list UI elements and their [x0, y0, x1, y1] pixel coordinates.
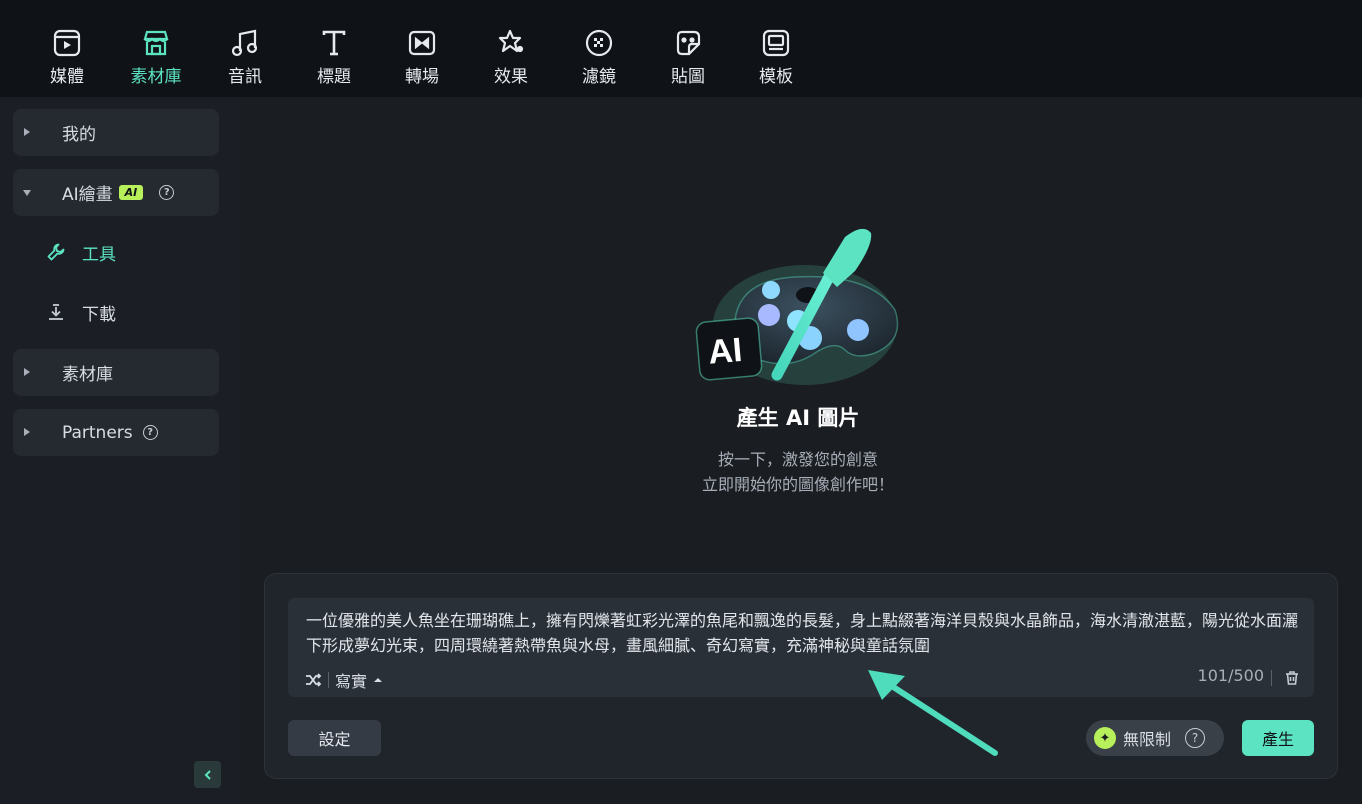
- media-icon: [50, 26, 84, 60]
- sidebar-item-mine[interactable]: 我的: [13, 109, 219, 156]
- caret-down-icon: [23, 190, 31, 196]
- shuffle-icon[interactable]: [304, 671, 322, 689]
- transition-icon: [405, 26, 439, 60]
- tab-label: 效果: [494, 67, 528, 87]
- sparkle-icon: ✦: [1094, 727, 1116, 749]
- sidebar-item-label: Partners: [62, 422, 133, 443]
- style-select-label: 寫實: [335, 672, 368, 691]
- caret-right-icon: [24, 128, 30, 136]
- template-icon: [759, 26, 793, 60]
- prompt-card: 一位優雅的美人魚坐在珊瑚礁上，擁有閃爍著虹彩光澤的魚尾和飄逸的長髮，身上點綴著海…: [264, 573, 1338, 779]
- hero-title: 產生 AI 圖片: [736, 406, 860, 430]
- unlimited-credits-toggle[interactable]: ✦ 無限制 ?: [1086, 720, 1224, 756]
- caret-up-icon: [374, 678, 383, 682]
- sidebar: 我的 AI繪畫 AI ? 工具 下載 素材庫 Partners ?: [0, 97, 240, 804]
- panel-gutter: [240, 97, 266, 804]
- sidebar-item-label: 素材庫: [62, 365, 113, 385]
- sidebar-item-partners[interactable]: Partners ?: [13, 409, 219, 456]
- generate-button[interactable]: 產生: [1242, 720, 1314, 756]
- filter-icon: [582, 26, 616, 60]
- tab-library[interactable]: 素材庫: [116, 26, 196, 88]
- prompt-toolbar: 寫實: [304, 668, 384, 692]
- tab-label: 音訊: [228, 67, 262, 87]
- sidebar-item-library[interactable]: 素材庫: [13, 349, 219, 396]
- sticker-icon: [671, 26, 705, 60]
- trash-icon[interactable]: [1284, 670, 1300, 690]
- tab-effects[interactable]: 效果: [471, 26, 551, 88]
- top-toolbar: 媒體 素材庫 音訊 標題 轉場 效果 濾鏡 貼圖 模板: [0, 0, 1362, 97]
- caret-right-icon: [24, 428, 30, 436]
- tab-label: 媒體: [50, 67, 84, 87]
- ai-palette-illustration: AI: [695, 225, 905, 389]
- title-icon: [317, 26, 351, 60]
- tab-label: 貼圖: [671, 67, 705, 87]
- tab-label: 模板: [759, 67, 793, 87]
- ai-badge: AI: [118, 185, 144, 200]
- separator: [328, 672, 329, 688]
- tab-label: 素材庫: [130, 67, 182, 87]
- caret-right-icon: [24, 368, 30, 376]
- collapse-sidebar-button[interactable]: [194, 761, 221, 788]
- sidebar-item-label: 下載: [82, 304, 116, 325]
- tab-label: 濾鏡: [582, 67, 616, 87]
- tab-media[interactable]: 媒體: [27, 26, 107, 88]
- store-icon: [139, 26, 173, 60]
- tab-audio[interactable]: 音訊: [205, 26, 285, 88]
- character-counter: 101/500: [1197, 666, 1264, 685]
- style-select[interactable]: 寫實: [335, 668, 384, 692]
- separator: [1271, 670, 1272, 686]
- prompt-text[interactable]: 一位優雅的美人魚坐在珊瑚礁上，擁有閃爍著虹彩光澤的魚尾和飄逸的長髮，身上點綴著海…: [306, 608, 1300, 658]
- help-icon[interactable]: ?: [142, 425, 158, 440]
- sidebar-item-ai-drawing[interactable]: AI繪畫 AI ?: [13, 169, 219, 216]
- tab-label: 轉場: [405, 67, 439, 87]
- tab-transitions[interactable]: 轉場: [382, 26, 462, 88]
- tab-titles[interactable]: 標題: [294, 26, 374, 88]
- sidebar-item-tools[interactable]: 工具: [46, 240, 116, 265]
- unlimited-label: 無限制: [1123, 730, 1172, 749]
- chevron-left-icon: [204, 769, 211, 780]
- tab-filters[interactable]: 濾鏡: [559, 26, 639, 88]
- annotation-arrow-icon: [860, 660, 1010, 764]
- prompt-input[interactable]: 一位優雅的美人魚坐在珊瑚礁上，擁有閃爍著虹彩光澤的魚尾和飄逸的長髮，身上點綴著海…: [288, 598, 1314, 697]
- help-icon[interactable]: ?: [1185, 728, 1206, 748]
- sidebar-item-label: AI繪畫: [62, 185, 113, 205]
- sidebar-item-label: 我的: [62, 125, 96, 145]
- settings-button[interactable]: 設定: [288, 720, 381, 756]
- music-icon: [228, 26, 262, 60]
- wrench-icon: [46, 242, 66, 262]
- download-icon: [46, 302, 66, 322]
- hero-subtitle: 按一下，激發您的創意: [717, 450, 878, 469]
- help-icon[interactable]: ?: [159, 185, 175, 200]
- tab-stickers[interactable]: 貼圖: [648, 26, 728, 88]
- tab-label: 標題: [317, 67, 351, 87]
- hero-subtitle: 立即開始你的圖像創作吧！: [701, 475, 894, 494]
- tab-templates[interactable]: 模板: [736, 26, 816, 88]
- svg-text:AI: AI: [707, 331, 744, 372]
- sidebar-item-download[interactable]: 下載: [46, 300, 116, 325]
- effects-icon: [494, 26, 528, 60]
- sidebar-item-label: 工具: [82, 244, 116, 265]
